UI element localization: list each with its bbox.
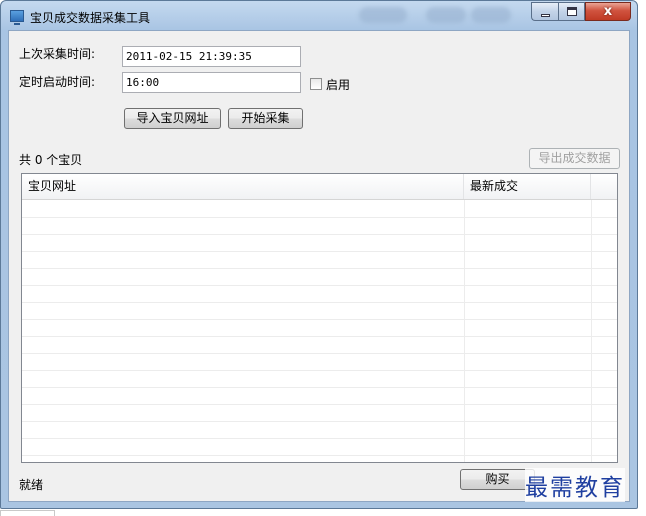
export-data-button[interactable]: 导出成交数据 (529, 148, 620, 169)
window-title: 宝贝成交数据采集工具 (30, 11, 151, 25)
buy-button[interactable]: 购买 (460, 469, 535, 490)
grid-row-line (22, 455, 617, 456)
grid-row-line (22, 319, 617, 320)
grid-row-line (22, 370, 617, 371)
grid-row-line (22, 217, 617, 218)
window-controls: x (531, 2, 631, 21)
list-grid (22, 200, 617, 462)
minimize-icon (541, 14, 550, 17)
item-list[interactable]: 宝贝网址 最新成交 (21, 173, 618, 463)
grid-row-line (22, 387, 617, 388)
enable-schedule-checkbox[interactable] (310, 78, 322, 90)
column-header-url[interactable]: 宝贝网址 (22, 174, 464, 199)
grid-row-line (22, 285, 617, 286)
close-button[interactable]: x (585, 2, 631, 21)
grid-column-line (464, 200, 465, 462)
app-monitor-icon (10, 10, 24, 25)
import-urls-button[interactable]: 导入宝贝网址 (124, 108, 221, 129)
enable-schedule-label[interactable]: 启用 (326, 76, 350, 93)
grid-row-line (22, 268, 617, 269)
grid-column-line (591, 200, 592, 462)
client-area: 上次采集时间: 2011-02-15 21:39:35 定时启动时间: 16:0… (8, 30, 630, 502)
grid-row-line (22, 404, 617, 405)
app-window: 宝贝成交数据采集工具 x 上次采集时间: 2011-02-15 21:39:35… (0, 0, 638, 509)
last-collect-time-field[interactable]: 2011-02-15 21:39:35 (122, 46, 301, 67)
minimize-button[interactable] (531, 2, 558, 21)
column-header-extra[interactable] (591, 174, 617, 199)
start-collect-button[interactable]: 开始采集 (228, 108, 303, 129)
grid-row-line (22, 234, 617, 235)
close-icon: x (603, 4, 613, 19)
maximize-icon (567, 7, 577, 16)
blurred-background-text (359, 7, 407, 23)
item-count-text: 共 0 个宝贝 (19, 153, 83, 167)
grid-row-line (22, 421, 617, 422)
schedule-time-label: 定时启动时间: (19, 75, 96, 89)
blurred-background-text (426, 7, 466, 23)
list-header: 宝贝网址 最新成交 (22, 174, 617, 200)
background-window-edge (0, 510, 55, 516)
grid-row-line (22, 302, 617, 303)
schedule-time-field[interactable]: 16:00 (122, 72, 301, 93)
grid-row-line (22, 251, 617, 252)
grid-row-line (22, 353, 617, 354)
column-header-latest-deal[interactable]: 最新成交 (464, 174, 591, 199)
grid-row-line (22, 336, 617, 337)
status-text: 就绪 (19, 478, 44, 492)
title-bar[interactable]: 宝贝成交数据采集工具 x (1, 1, 637, 30)
last-collect-time-label: 上次采集时间: (19, 47, 96, 61)
maximize-button[interactable] (558, 2, 585, 21)
watermark-text: 最需教育 (525, 468, 625, 502)
blurred-background-text (471, 7, 511, 23)
grid-row-line (22, 438, 617, 439)
